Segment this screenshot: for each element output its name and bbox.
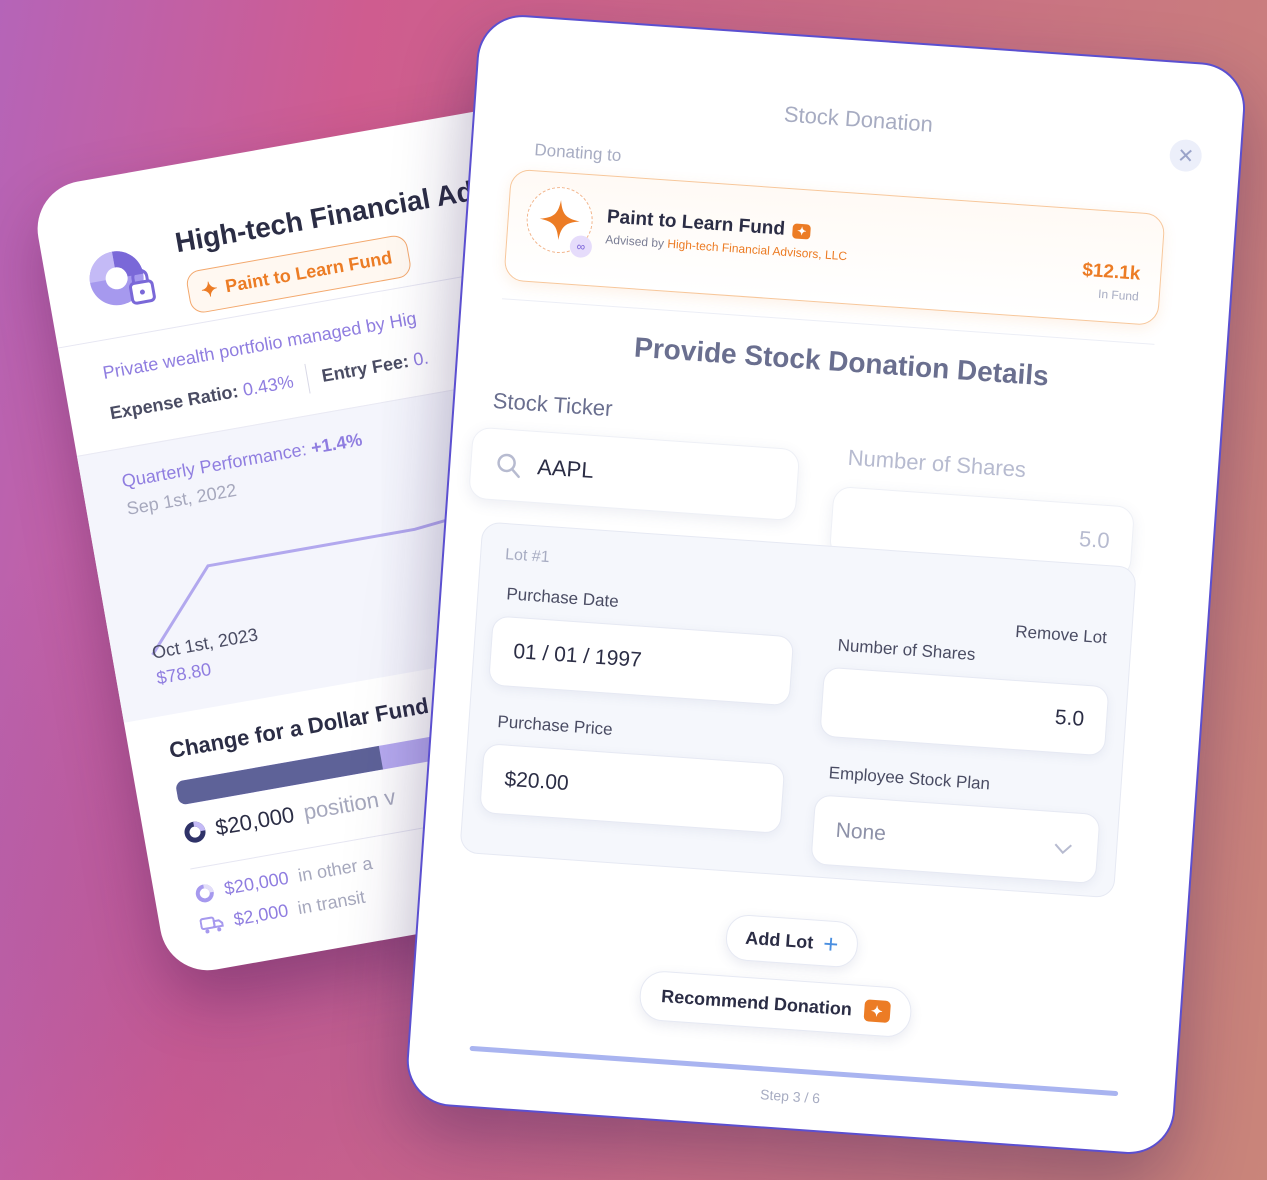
position-amount: $20,000 (213, 801, 297, 841)
remove-lot-button[interactable]: Remove Lot (1015, 622, 1108, 648)
fund-logo: ∞ (524, 184, 595, 259)
purchase-price-input[interactable]: $20.00 (479, 743, 786, 834)
lot-title: Lot #1 (504, 546, 551, 567)
expense-ratio-value: 0.43% (241, 370, 295, 400)
employee-plan-value: None (834, 818, 887, 846)
purchase-price-value: $20.00 (503, 767, 570, 796)
stats-divider (304, 363, 311, 394)
other-amount: $20,000 (222, 867, 291, 899)
lot-shares-label: Number of Shares (837, 635, 976, 665)
link-icon: ∞ (569, 234, 593, 259)
chevron-down-icon (1054, 843, 1072, 855)
close-icon: ✕ (1176, 144, 1195, 168)
recommend-label: Recommend Donation (660, 985, 853, 1019)
add-lot-button[interactable]: Add Lot + (724, 913, 860, 969)
purchase-date-value: 01 / 01 / 1997 (512, 639, 643, 672)
sparkle-badge-icon: ✦ (863, 999, 891, 1023)
form-heading: Provide Stock Donation Details (633, 331, 1050, 392)
stock-ticker-label: Stock Ticker (492, 387, 614, 422)
employee-plan-label: Employee Stock Plan (828, 763, 991, 794)
employee-plan-select[interactable]: None (810, 794, 1101, 885)
donut-icon (184, 821, 206, 843)
sparkle-badge-icon: ✦ (792, 222, 812, 240)
fund-advisor: Advised by High-tech Financial Advisors,… (605, 232, 848, 263)
purchase-price-label: Purchase Price (496, 711, 614, 739)
add-lot-label: Add Lot (744, 927, 815, 952)
recommend-donation-button[interactable]: Recommend Donation ✦ (638, 969, 913, 1039)
position-suffix: position v (301, 783, 398, 825)
entry-fee-label: Entry Fee: (320, 350, 411, 386)
fund-card[interactable]: ∞ Paint to Learn Fund ✦ Advised by High-… (503, 168, 1166, 327)
portfolio-lock-icon (89, 251, 156, 306)
other-suffix: in other a (296, 852, 374, 886)
sparkle-icon: ✦ (199, 278, 220, 303)
donut-icon (195, 883, 214, 902)
stock-ticker-value: AAPL (536, 454, 595, 484)
number-of-shares-label: Number of Shares (846, 444, 1027, 483)
quarterly-value: +1.4% (309, 429, 364, 458)
expense-ratio-label: Expense Ratio: (108, 380, 240, 423)
transit-suffix: in transit (296, 886, 367, 919)
donating-to-label: Donating to (533, 140, 622, 166)
advisor-name: High-tech Financial Advisors, LLC (666, 236, 848, 264)
stock-donation-modal: Stock Donation ✕ Donating to ∞ Paint to … (403, 12, 1249, 1158)
fund-amount: $12.1k (1081, 259, 1142, 285)
lot-shares-input[interactable]: 5.0 (819, 666, 1110, 757)
lot-panel: Lot #1 Purchase Date Remove Lot 01 / 01 … (459, 521, 1137, 899)
truck-icon (199, 916, 224, 933)
lot-shares-value: 5.0 (1054, 705, 1085, 731)
advised-by-prefix: Advised by (604, 232, 665, 251)
number-of-shares-value: 5.0 (1078, 526, 1111, 554)
search-icon (497, 453, 520, 479)
plus-icon: + (822, 928, 840, 960)
fund-badge-label: Paint to Learn Fund (223, 247, 394, 297)
purchase-date-input[interactable]: 01 / 01 / 1997 (488, 615, 795, 707)
transit-amount: $2,000 (232, 900, 290, 930)
purchase-date-label: Purchase Date (505, 584, 620, 612)
entry-fee-value: 0. (411, 347, 430, 370)
fund-amount-label: In Fund (1097, 286, 1140, 304)
stock-ticker-input[interactable]: AAPL (468, 426, 801, 522)
